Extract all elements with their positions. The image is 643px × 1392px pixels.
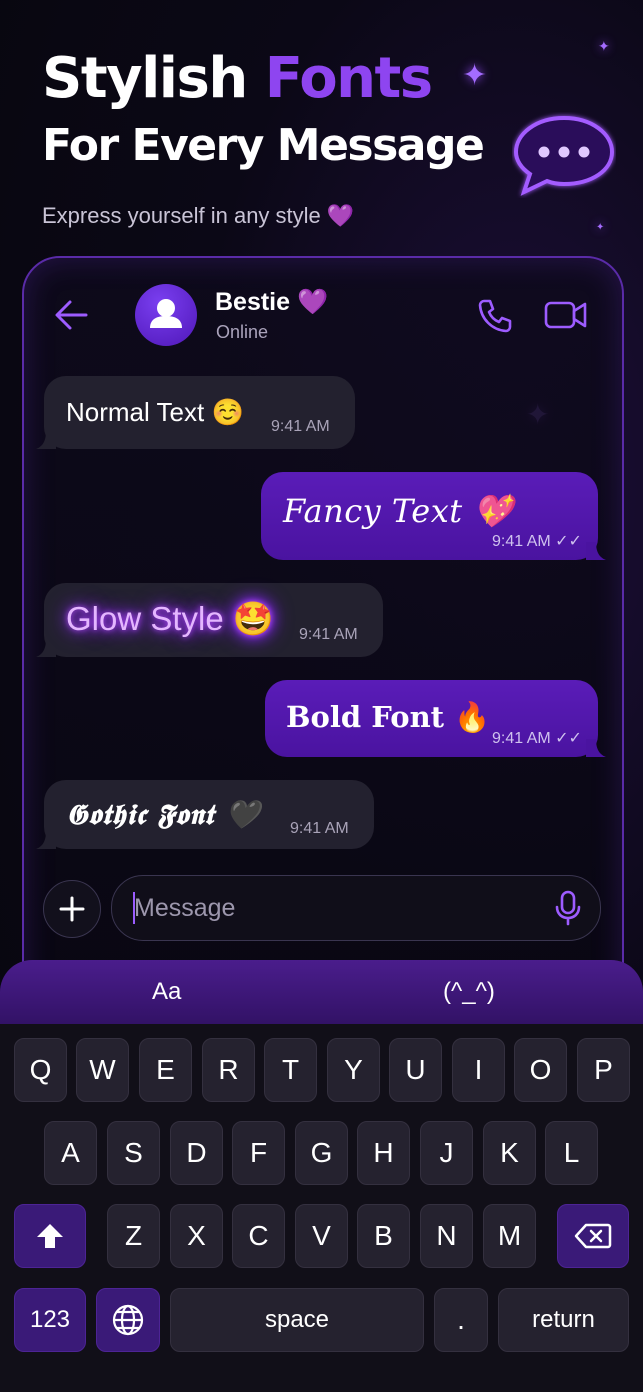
key-l[interactable]: L: [545, 1121, 598, 1185]
message-bubble-bold[interactable]: Bold Font 🔥 9:41 AM ✓✓: [265, 680, 606, 757]
person-icon: [150, 299, 182, 328]
tab-kaomoji[interactable]: (^_^): [443, 978, 495, 1006]
message-placeholder: Message: [134, 894, 236, 922]
key-p[interactable]: P: [577, 1038, 630, 1102]
sparkle-icon: ✦: [596, 222, 605, 233]
message-bubble-fancy[interactable]: Fancy Text 💖 9:41 AM ✓✓: [261, 472, 606, 560]
space-key[interactable]: space: [170, 1288, 424, 1352]
message-time: 9:41 AM ✓✓: [492, 730, 582, 747]
key-u[interactable]: U: [389, 1038, 442, 1102]
key-e[interactable]: E: [139, 1038, 192, 1102]
message-text: Bold Font 🔥: [286, 700, 491, 734]
shift-arrow-icon: [37, 1224, 63, 1248]
tab-fonts[interactable]: Aa: [152, 978, 181, 1006]
contact-name: Bestie 💜: [215, 288, 329, 316]
video-icon[interactable]: [544, 297, 588, 333]
message-time: 9:41 AM ✓✓: [492, 533, 582, 550]
key-t[interactable]: T: [264, 1038, 317, 1102]
keyboard: Q W E R T Y U I O P A S D F G H J K L Z …: [0, 1024, 643, 1392]
bubble-tail: [36, 639, 56, 657]
key-c[interactable]: C: [232, 1204, 285, 1268]
key-o[interactable]: O: [514, 1038, 567, 1102]
phone-icon[interactable]: [476, 297, 514, 335]
sparkle-icon: ✦: [598, 38, 610, 54]
key-z[interactable]: Z: [107, 1204, 160, 1268]
promo-subtitle: Express yourself in any style 💜: [42, 203, 355, 228]
delete-key[interactable]: [557, 1204, 629, 1268]
message-text: Fancy Text 💖: [283, 492, 514, 530]
message-time: 9:41 AM: [299, 626, 358, 643]
plus-icon: [59, 896, 85, 922]
message-bubble-gothic[interactable]: 𝕲𝖔𝖙𝖍𝖎𝖈 𝕱𝖔𝖓𝖙 🖤 9:41 AM: [36, 780, 374, 849]
keyboard-toolbar: Aa (^_^): [0, 960, 643, 1024]
key-r[interactable]: R: [202, 1038, 255, 1102]
message-text: Normal Text ☺️: [66, 397, 244, 427]
key-x[interactable]: X: [170, 1204, 223, 1268]
numbers-key[interactable]: 123: [14, 1288, 86, 1352]
key-i[interactable]: I: [452, 1038, 505, 1102]
message-bubble-glow[interactable]: Glow Style 🤩 9:41 AM: [36, 583, 383, 657]
title-stylish: Stylish: [42, 46, 248, 111]
microphone-icon[interactable]: [554, 890, 582, 926]
key-s[interactable]: S: [107, 1121, 160, 1185]
key-n[interactable]: N: [420, 1204, 473, 1268]
globe-icon: [112, 1304, 144, 1336]
key-f[interactable]: F: [232, 1121, 285, 1185]
key-j[interactable]: J: [420, 1121, 473, 1185]
promo-headline: Stylish Fonts For Every Message: [42, 46, 485, 172]
message-text: Glow Style 🤩: [66, 600, 274, 637]
globe-key[interactable]: [96, 1288, 160, 1352]
key-g[interactable]: G: [295, 1121, 348, 1185]
avatar[interactable]: [135, 284, 197, 346]
key-w[interactable]: W: [76, 1038, 129, 1102]
return-key[interactable]: return: [498, 1288, 629, 1352]
message-bubble-normal[interactable]: Normal Text ☺️ 9:41 AM: [36, 376, 355, 449]
key-a[interactable]: A: [44, 1121, 97, 1185]
key-y[interactable]: Y: [327, 1038, 380, 1102]
key-d[interactable]: D: [170, 1121, 223, 1185]
key-m[interactable]: M: [483, 1204, 536, 1268]
message-input[interactable]: Message: [111, 875, 601, 941]
key-h[interactable]: H: [357, 1121, 410, 1185]
key-k[interactable]: K: [483, 1121, 536, 1185]
bubble-tail: [586, 542, 606, 560]
shift-key[interactable]: [14, 1204, 86, 1268]
chat-bubble-logo-icon: [513, 115, 615, 196]
bubble-tail: [36, 431, 56, 449]
key-b[interactable]: B: [357, 1204, 410, 1268]
bubble-tail: [586, 739, 606, 757]
message-time: 9:41 AM: [290, 820, 349, 837]
title-fonts: Fonts: [264, 46, 433, 111]
key-q[interactable]: Q: [14, 1038, 67, 1102]
bubble-tail: [36, 831, 56, 849]
back-arrow-icon[interactable]: [52, 296, 90, 334]
add-attachment-button[interactable]: [43, 880, 101, 938]
backspace-icon: [574, 1223, 612, 1249]
title-line2: For Every Message: [42, 120, 485, 171]
message-text: 𝕲𝖔𝖙𝖍𝖎𝖈 𝕱𝖔𝖓𝖙 🖤: [66, 798, 261, 831]
message-time: 9:41 AM: [271, 418, 330, 435]
contact-status: Online: [216, 322, 269, 342]
key-v[interactable]: V: [295, 1204, 348, 1268]
period-key[interactable]: .: [434, 1288, 488, 1352]
